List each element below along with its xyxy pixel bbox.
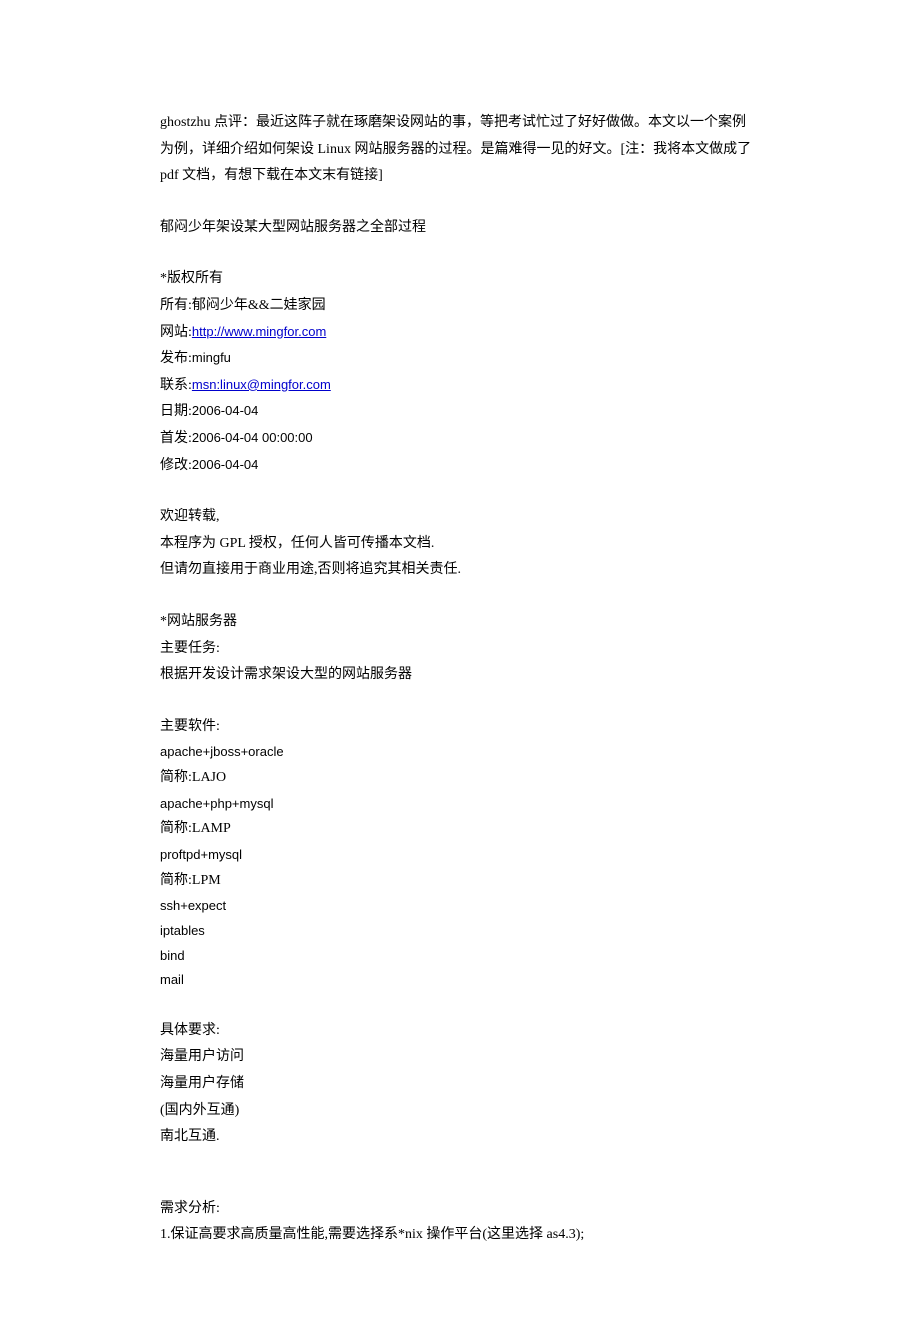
license-line1: 欢迎转载, <box>160 504 760 531</box>
software-item: 简称:LAJO <box>160 765 760 792</box>
software-item: apache+jboss+oracle <box>160 740 760 765</box>
software-item: proftpd+mysql <box>160 843 760 868</box>
copyright-site: 网站:http://www.mingfor.com <box>160 320 760 347</box>
server-block: *网站服务器 主要任务: 根据开发设计需求架设大型的网站服务器 <box>160 609 760 689</box>
modified-value: 2006-04-04 <box>192 457 259 472</box>
software-item: apache+php+mysql <box>160 792 760 817</box>
intro-text: ghostzhu 点评：最近这阵子就在琢磨架设网站的事，等把考试忙过了好好做做。… <box>160 110 760 190</box>
copyright-owner: 所有:郁闷少年&&二娃家园 <box>160 293 760 320</box>
contact-label: 联系: <box>160 378 192 393</box>
software-item: ssh+expect <box>160 894 760 919</box>
document-title: 郁闷少年架设某大型网站服务器之全部过程 <box>160 215 760 242</box>
software-header: 主要软件: <box>160 714 760 741</box>
copyright-first: 首发:2006-04-04 00:00:00 <box>160 426 760 453</box>
publisher-value: mingfu <box>192 350 231 365</box>
requirements-header: 具体要求: <box>160 1018 760 1045</box>
publisher-label: 发布: <box>160 351 192 366</box>
license-block: 欢迎转载, 本程序为 GPL 授权，任何人皆可传播本文档. 但请勿直接用于商业用… <box>160 504 760 584</box>
copyright-date: 日期:2006-04-04 <box>160 399 760 426</box>
first-value: 2006-04-04 00:00:00 <box>192 430 313 445</box>
intro-paragraph: ghostzhu 点评：最近这阵子就在琢磨架设网站的事，等把考试忙过了好好做做。… <box>160 110 760 190</box>
software-block: 主要软件: apache+jboss+oracle 简称:LAJO apache… <box>160 714 760 993</box>
analysis-header: 需求分析: <box>160 1196 760 1223</box>
requirements-item: 南北互通. <box>160 1124 760 1151</box>
copyright-contact: 联系:msn:linux@mingfor.com <box>160 373 760 400</box>
first-label: 首发: <box>160 431 192 446</box>
requirements-item: (国内外互通) <box>160 1098 760 1125</box>
copyright-block: *版权所有 所有:郁闷少年&&二娃家园 网站:http://www.mingfo… <box>160 266 760 479</box>
date-value: 2006-04-04 <box>192 403 259 418</box>
requirements-item: 海量用户存储 <box>160 1071 760 1098</box>
requirements-item: 海量用户访问 <box>160 1044 760 1071</box>
copyright-publisher: 发布:mingfu <box>160 346 760 373</box>
software-item: 简称:LAMP <box>160 816 760 843</box>
site-label: 网站: <box>160 325 192 340</box>
requirements-block: 具体要求: 海量用户访问 海量用户存储 (国内外互通) 南北互通. <box>160 1018 760 1151</box>
server-task-label: 主要任务: <box>160 636 760 663</box>
site-link[interactable]: http://www.mingfor.com <box>192 324 326 339</box>
modified-label: 修改: <box>160 458 192 473</box>
title-paragraph: 郁闷少年架设某大型网站服务器之全部过程 <box>160 215 760 242</box>
server-header: *网站服务器 <box>160 609 760 636</box>
software-item: 简称:LPM <box>160 868 760 895</box>
document-page: ghostzhu 点评：最近这阵子就在琢磨架设网站的事，等把考试忙过了好好做做。… <box>0 0 920 1334</box>
server-task-desc: 根据开发设计需求架设大型的网站服务器 <box>160 662 760 689</box>
date-label: 日期: <box>160 404 192 419</box>
analysis-block: 需求分析: 1.保证高要求高质量高性能,需要选择系*nix 操作平台(这里选择 … <box>160 1196 760 1249</box>
software-item: bind <box>160 944 760 969</box>
analysis-item: 1.保证高要求高质量高性能,需要选择系*nix 操作平台(这里选择 as4.3)… <box>160 1222 760 1249</box>
copyright-header: *版权所有 <box>160 266 760 293</box>
contact-link[interactable]: msn:linux@mingfor.com <box>192 377 331 392</box>
license-line2: 本程序为 GPL 授权，任何人皆可传播本文档. <box>160 531 760 558</box>
license-line3: 但请勿直接用于商业用途,否则将追究其相关责任. <box>160 557 760 584</box>
software-item: iptables <box>160 919 760 944</box>
copyright-modified: 修改:2006-04-04 <box>160 453 760 480</box>
software-item: mail <box>160 968 760 993</box>
